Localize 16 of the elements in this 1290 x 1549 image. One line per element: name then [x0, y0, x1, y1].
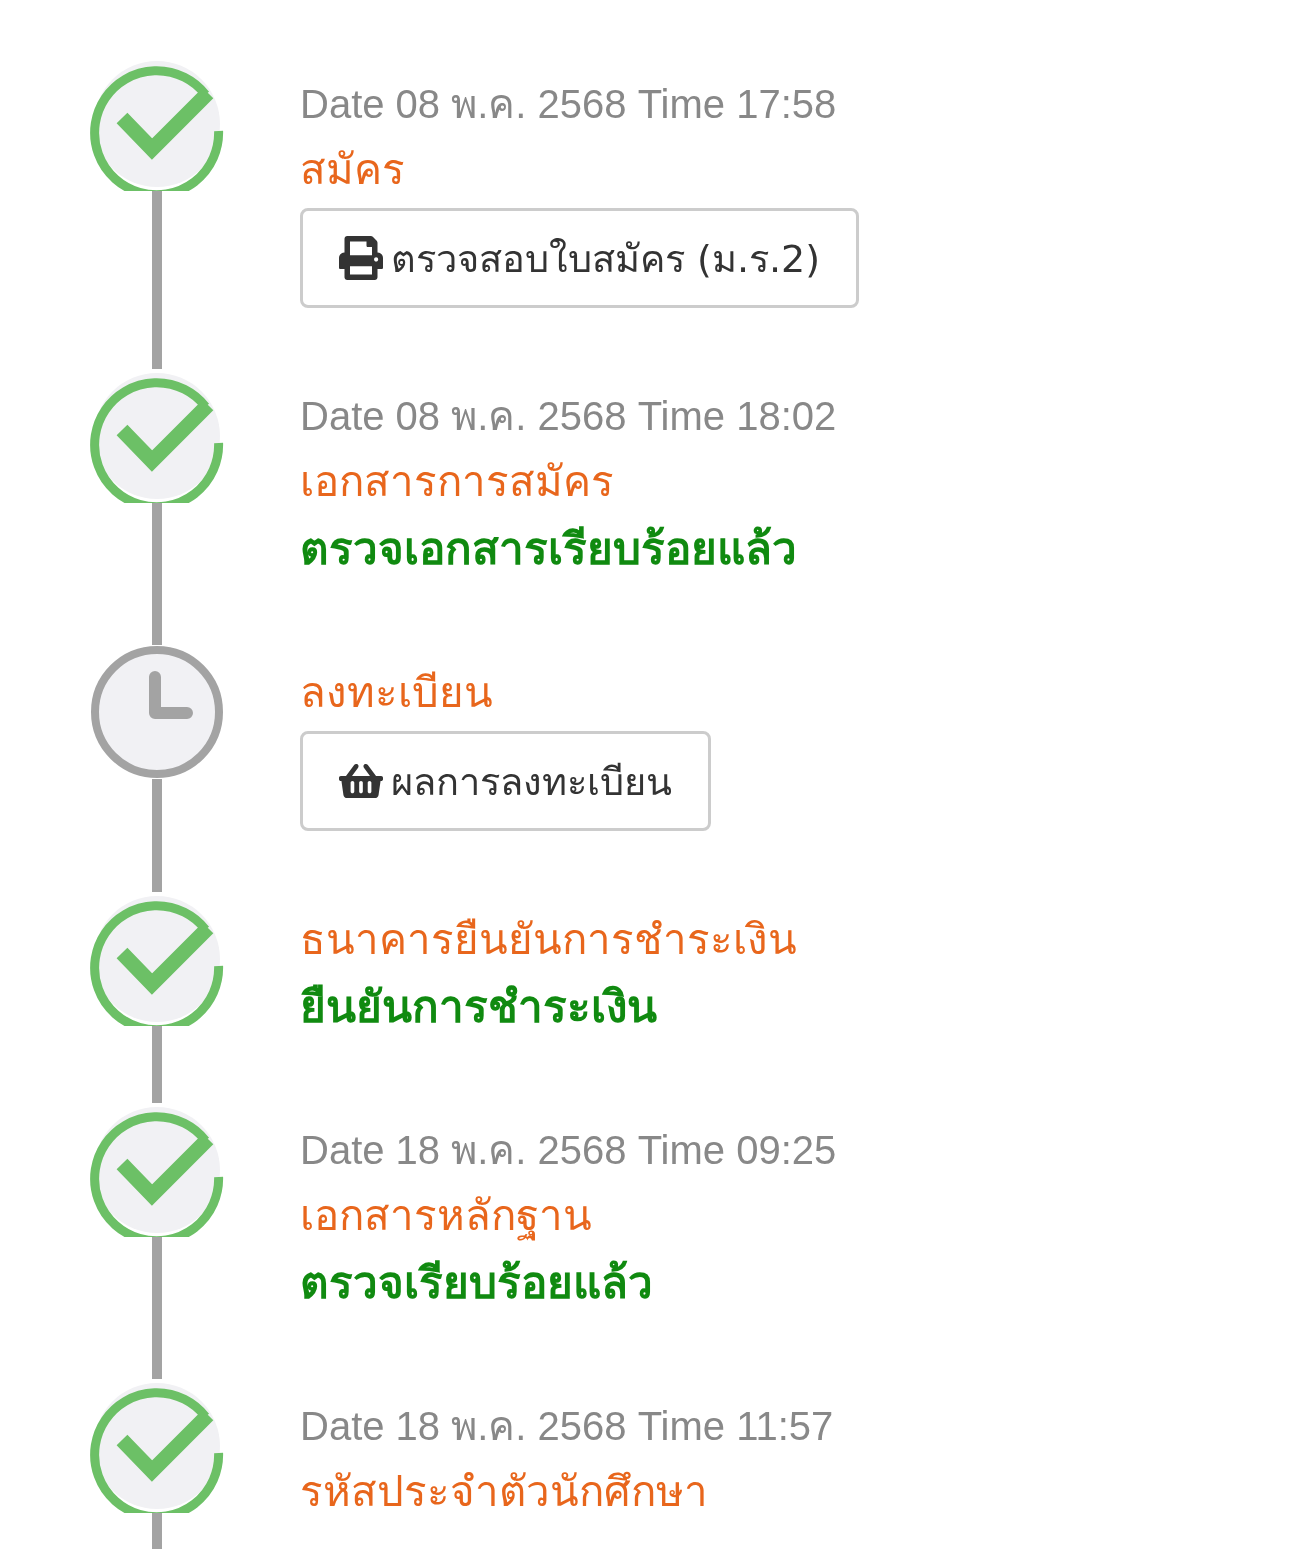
step-status-text: ยืนยันการชำระเงิน	[300, 980, 657, 1034]
step-date: Date 08 พ.ค. 2568 Time 17:58	[300, 81, 837, 128]
step-date: Date 18 พ.ค. 2568 Time 11:57	[300, 1403, 834, 1450]
action-button[interactable]: ผลการลงทะเบียน	[300, 731, 711, 831]
step-title: ลงทะเบียน	[300, 667, 493, 719]
step-title: สมัคร	[300, 144, 405, 196]
action-button[interactable]: ตรวจสอบใบสมัคร (ม.ร.2)	[300, 208, 860, 308]
step-title: เอกสารการสมัคร	[300, 456, 614, 508]
step-title: เอกสารหลักฐาน	[300, 1190, 592, 1243]
printer-icon	[339, 236, 383, 280]
step-date: Date 08 พ.ค. 2568 Time 18:02	[300, 393, 837, 440]
step-title: ธนาคารยืนยันการชำระเงิน	[300, 914, 797, 966]
step-title: รหัสประจำตัวนักศึกษา	[300, 1466, 708, 1518]
step-date: Date 18 พ.ค. 2568 Time 09:25	[300, 1127, 837, 1174]
step-status-text: ตรวจเรียบร้อยแล้ว	[300, 1256, 653, 1310]
step-status-text: ตรวจเอกสารเรียบร้อยแล้ว	[300, 522, 797, 576]
